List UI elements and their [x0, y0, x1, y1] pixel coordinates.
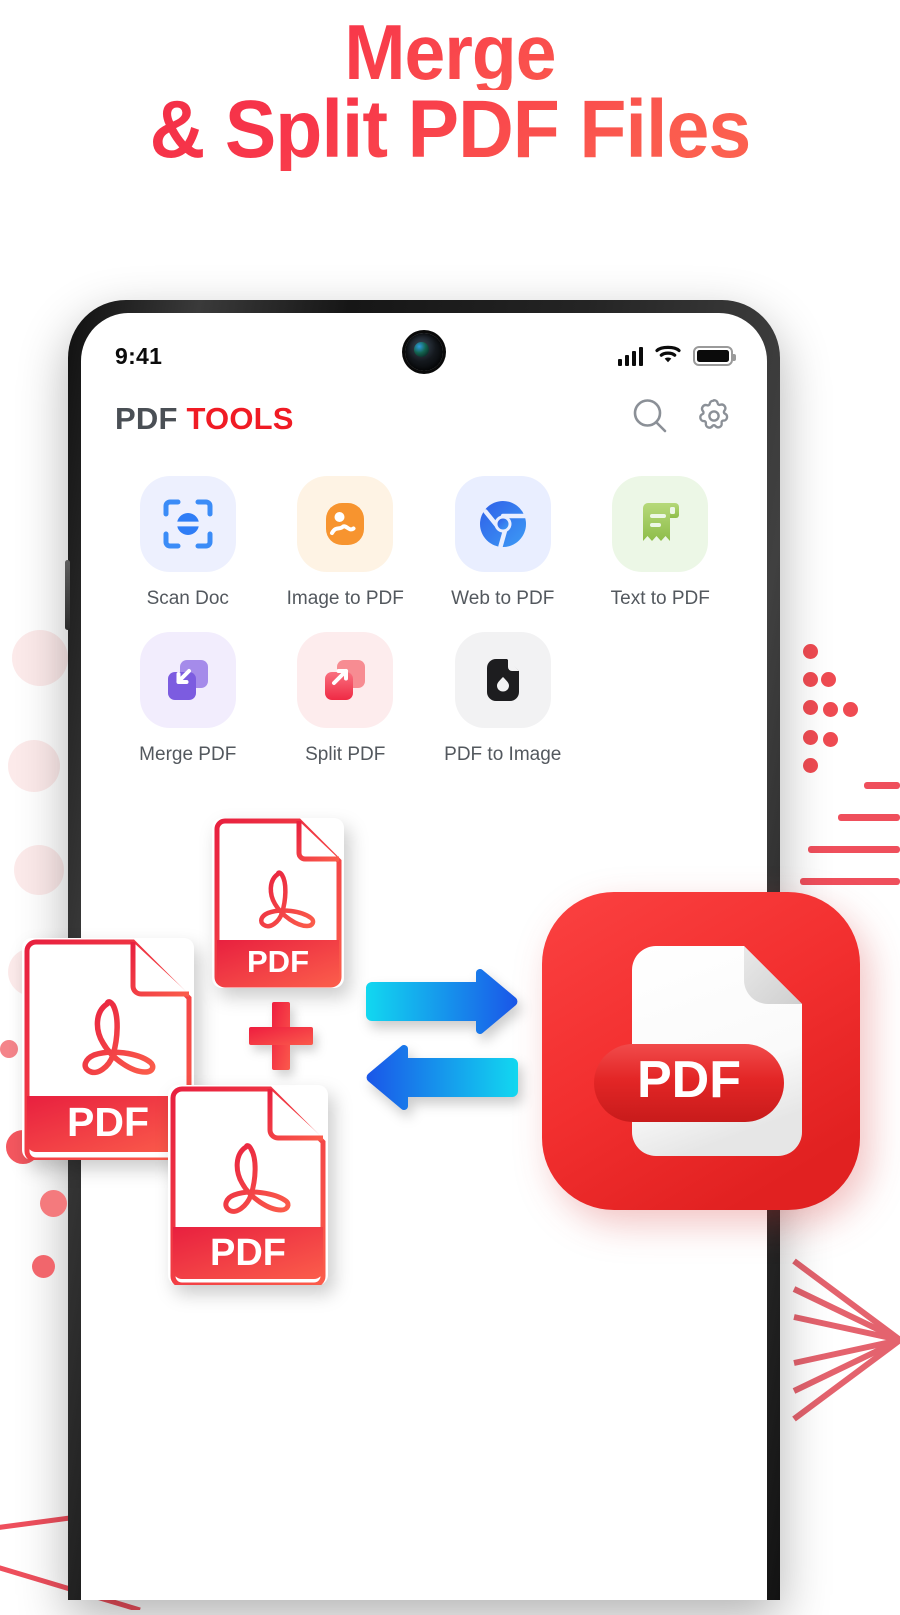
tool-pdf-to-image[interactable]: PDF to Image [424, 632, 582, 766]
app-header-actions [631, 397, 733, 440]
status-time: 9:41 [115, 342, 163, 369]
tool-label: Web to PDF [451, 588, 555, 609]
dot-triangle-decoration [795, 640, 900, 780]
signal-bars-icon [617, 346, 643, 366]
pdf-card-top: PDF [212, 818, 344, 988]
image-to-pdf-icon [297, 476, 394, 572]
tool-image-to-pdf[interactable]: Image to PDF [267, 476, 425, 610]
app-header: PDF TOOLS [81, 383, 767, 440]
tool-label: Scan Doc [146, 588, 229, 609]
tool-scan-doc[interactable]: Scan Doc [109, 476, 267, 610]
merge-pdf-icon [139, 632, 236, 728]
tool-split-pdf[interactable]: Split PDF [267, 632, 425, 766]
wifi-icon [655, 344, 681, 369]
pdf-to-image-icon [454, 632, 551, 728]
chevron-arrows-decoration [792, 1255, 900, 1425]
scan-doc-icon [139, 476, 236, 572]
pink-dot-small [32, 1255, 55, 1278]
status-bar: 9:41 [81, 313, 767, 383]
app-brand: PDF TOOLS [115, 401, 294, 437]
result-pdf-badge: PDF [536, 886, 866, 1216]
pdf-card-label: PDF [67, 1099, 149, 1145]
tool-label: Text to PDF [610, 588, 710, 609]
headline-line-2: & Split PDF Files [27, 89, 873, 171]
search-icon[interactable] [631, 397, 669, 440]
text-to-pdf-icon [612, 476, 709, 572]
battery-icon [693, 346, 736, 366]
page-title: Merge & Split PDF Files [0, 13, 900, 171]
tool-web-to-pdf[interactable]: Web to PDF [424, 476, 582, 610]
pdf-card-label: PDF [247, 944, 309, 979]
gear-icon[interactable] [695, 397, 733, 440]
brand-pdf: PDF [115, 400, 178, 436]
tool-merge-pdf[interactable]: Merge PDF [109, 632, 267, 766]
headline-line-1: Merge [27, 13, 873, 91]
tool-text-to-pdf[interactable]: Text to PDF [582, 476, 740, 610]
pdf-card-bottom: PDF [168, 1085, 328, 1285]
tool-label: PDF to Image [444, 744, 562, 765]
result-badge-label: PDF [637, 1051, 741, 1109]
pink-dot-tiny [0, 1040, 18, 1058]
tool-label: Split PDF [305, 744, 386, 765]
brand-tools: TOOLS [186, 400, 294, 436]
tool-label: Merge PDF [139, 744, 237, 765]
arrow-left-icon [364, 1044, 520, 1112]
phone-side-button[interactable] [65, 560, 70, 630]
arrow-right-icon [364, 968, 520, 1036]
split-pdf-icon [297, 632, 394, 728]
front-camera-icon [405, 333, 443, 371]
plus-icon [248, 1000, 314, 1072]
pink-dot-medium [40, 1190, 67, 1217]
status-indicators [617, 344, 736, 369]
tools-grid: Scan Doc Image to PDF Web to PDF Text to… [81, 440, 767, 766]
pdf-card-label: PDF [210, 1232, 286, 1274]
tool-label: Image to PDF [286, 588, 404, 609]
web-to-pdf-icon [454, 476, 551, 572]
